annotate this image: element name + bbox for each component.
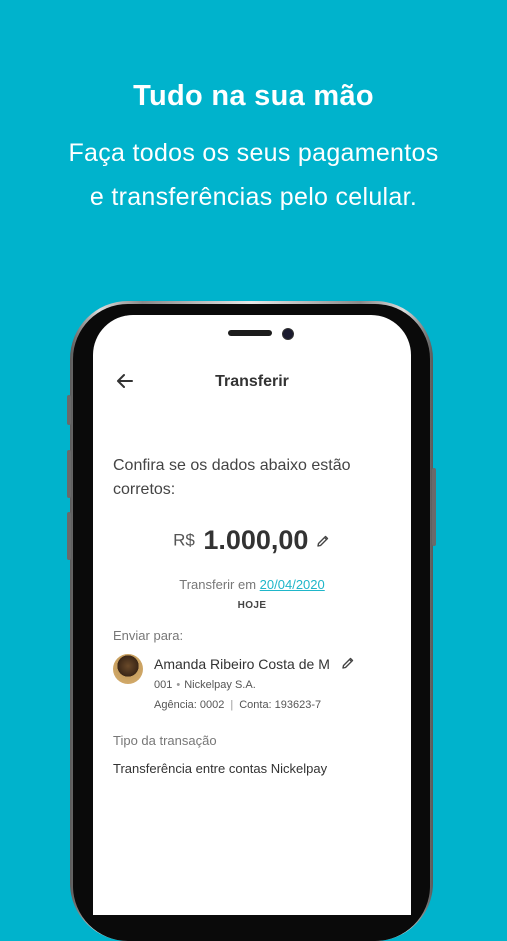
page-title: Transferir — [215, 373, 289, 390]
phone-side-button — [67, 450, 71, 498]
transfer-date: Transferir em 20/04/2020 — [93, 577, 411, 592]
currency-symbol: R$ — [173, 530, 195, 550]
amount-row: R$ 1.000,00 — [93, 525, 411, 556]
agency: Agência: 0002 — [154, 699, 225, 711]
phone-side-button — [67, 395, 71, 425]
confirm-message: Confira se os dados abaixo estão correto… — [113, 457, 351, 498]
promo-subline-1: Faça todos os seus pagamentos — [68, 139, 439, 167]
transaction-type-label: Tipo da transação — [113, 733, 217, 748]
transaction-type-value: Transferência entre contas Nickelpay — [113, 761, 328, 776]
avatar — [113, 654, 143, 684]
phone-side-button — [67, 512, 71, 560]
bank-name: Nickelpay S.A. — [184, 679, 256, 691]
pencil-icon[interactable] — [315, 533, 331, 549]
transfer-date-link[interactable]: 20/04/2020 — [260, 577, 325, 592]
promo-subline-2: e transferências pelo celular. — [89, 183, 418, 211]
recipient-bank: 001 • Nickelpay S.A. — [154, 679, 256, 691]
phone-screen: Transferir Confira se os dados abaixo es… — [93, 315, 411, 915]
transfer-date-prefix: Transferir em — [179, 577, 257, 592]
speaker-slot — [228, 330, 272, 336]
recipient-label: Enviar para: — [113, 628, 184, 643]
account-number: Conta: 193623-7 — [239, 699, 322, 711]
date-day-label: HOJE — [237, 600, 267, 611]
amount-value: 1.000,00 — [203, 525, 309, 555]
phone-side-button — [432, 468, 436, 546]
separator: | — [230, 699, 234, 711]
recipient-name: Amanda Ribeiro Costa de M — [154, 656, 330, 672]
front-camera — [282, 328, 294, 340]
bank-code: 001 — [154, 679, 173, 691]
pencil-icon[interactable] — [340, 655, 356, 671]
separator: • — [176, 679, 181, 691]
promo-headline: Tudo na sua mão — [133, 80, 374, 112]
recipient-account: Agência: 0002 | Conta: 193623-7 — [154, 699, 321, 711]
